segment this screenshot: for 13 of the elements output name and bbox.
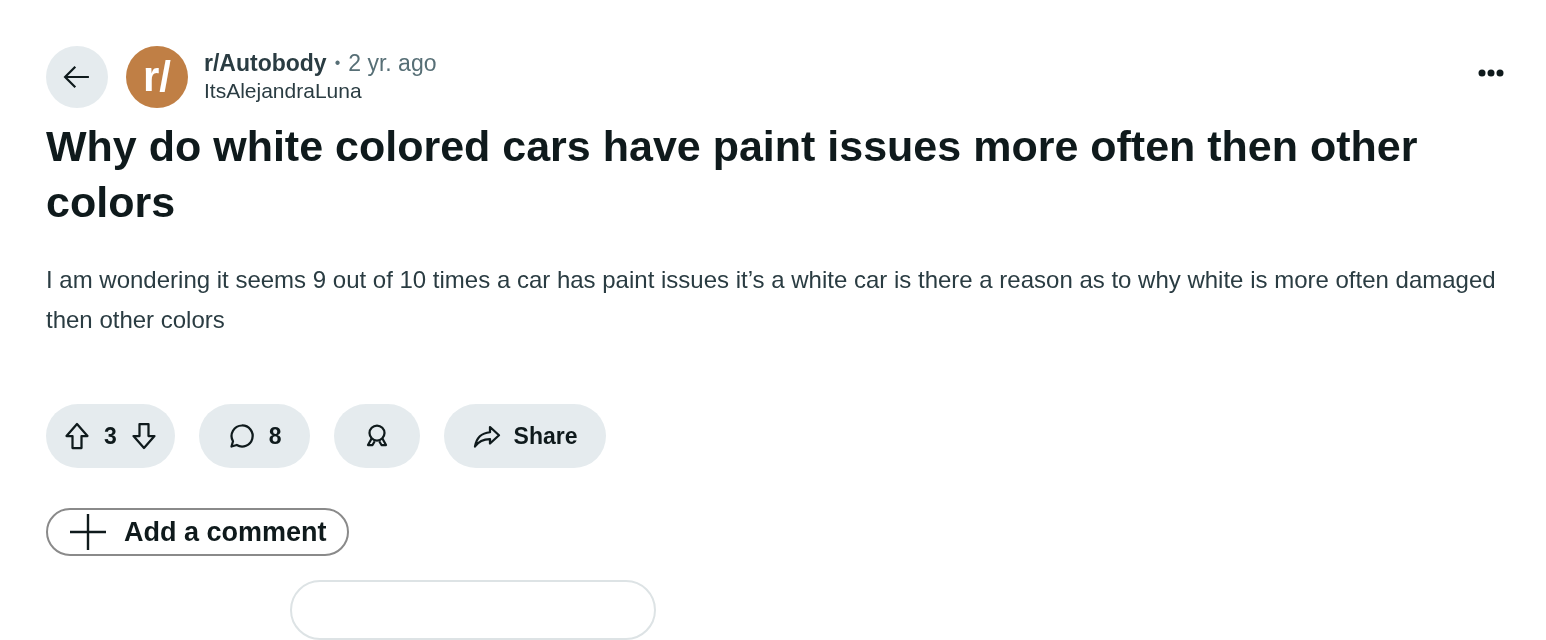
more-options-icon[interactable] — [1478, 69, 1504, 77]
subreddit-link[interactable]: r/Autobody — [204, 49, 327, 77]
plus-icon — [68, 512, 108, 552]
author-name[interactable]: ItsAlejandraLuna — [204, 77, 437, 105]
post-title: Why do white colored cars have paint issues more often then other colors — [46, 121, 1419, 228]
search-field[interactable] — [290, 580, 656, 640]
separator-dot: • — [334, 53, 341, 73]
post-body: I am wondering it seems 9 out of 10 times a car has paint issues it’s a white car is there a reason as to why white is more often damaged then other colors — [46, 265, 1496, 335]
post-age: 2 yr. ago — [348, 49, 437, 77]
share-button[interactable]: Share — [443, 404, 606, 468]
add-comment-button[interactable]: Add a comment — [46, 508, 349, 556]
vote-count: 3 — [104, 421, 117, 451]
comments-button[interactable]: 8 — [198, 404, 310, 468]
